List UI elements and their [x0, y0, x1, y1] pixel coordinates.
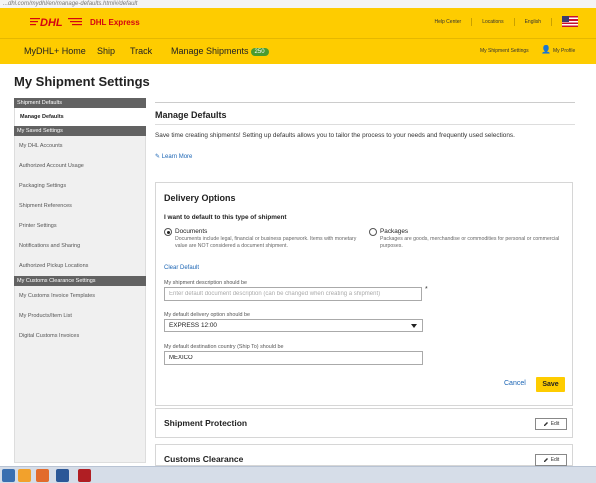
customs-clearance-title: Customs Clearance [164, 454, 244, 464]
sidebar-item-printer-settings[interactable]: Printer Settings [14, 216, 146, 236]
sidebar: Shipment Defaults Manage Defaults My Sav… [14, 98, 146, 346]
shipment-protection-title: Shipment Protection [164, 418, 248, 428]
delivery-option-select[interactable]: EXPRESS 12:00 [164, 319, 423, 332]
pdf-reader-icon[interactable] [78, 469, 91, 482]
sidebar-header-shipment-defaults: Shipment Defaults [14, 98, 146, 108]
brand-name: DHL Express [90, 18, 140, 27]
divider [471, 17, 473, 26]
delivery-option-value: EXPRESS 12:00 [169, 322, 217, 329]
documents-option-desc: Documents include legal, financial or bu… [175, 236, 357, 249]
os-taskbar [0, 466, 596, 483]
explorer-icon[interactable] [2, 469, 15, 482]
user-icon: 👤 [541, 45, 551, 54]
locations-link[interactable]: Locations [482, 19, 503, 25]
packages-option-label[interactable]: Packages [380, 228, 408, 235]
divider [155, 124, 575, 125]
language-link[interactable]: English [525, 19, 541, 25]
pencil-icon [543, 422, 548, 426]
packages-radio[interactable] [369, 228, 377, 236]
description-field-label: My shipment description should be [164, 280, 247, 286]
destination-country-label: My default destination country (Ship To)… [164, 344, 284, 350]
shipment-protection-card: Shipment Protection Edit [155, 408, 573, 438]
sidebar-header-customs-settings: My Customs Clearance Settings [14, 276, 146, 286]
intro-text: Save time creating shipments! Setting up… [155, 132, 515, 139]
sidebar-item-notifications-sharing[interactable]: Notifications and Sharing [14, 236, 146, 256]
save-button[interactable]: Save [536, 377, 565, 392]
edit-customs-clearance-button[interactable]: Edit [535, 454, 567, 466]
documents-radio[interactable] [164, 228, 172, 236]
required-marker: * [425, 286, 428, 293]
learn-more-link[interactable]: ✎ Learn More [155, 153, 192, 160]
chevron-down-icon [411, 324, 417, 328]
packages-option-desc: Packages are goods, merchandise or commo… [380, 236, 560, 249]
divider [513, 17, 515, 26]
svg-text:DHL: DHL [40, 17, 63, 28]
edit-label: Edit [550, 457, 560, 463]
divider [551, 17, 552, 26]
cancel-button[interactable]: Cancel [504, 380, 526, 387]
nav-mydhl-home[interactable]: MyDHL+ Home [24, 46, 86, 56]
sidebar-item-authorized-account-usage[interactable]: Authorized Account Usage [14, 156, 146, 176]
clear-default-link[interactable]: Clear Default [164, 265, 199, 271]
delivery-option-label: My default delivery option should be [164, 312, 251, 318]
nav-shipment-settings[interactable]: My Shipment Settings [480, 48, 529, 54]
edit-shipment-protection-button[interactable]: Edit [535, 418, 567, 430]
shipment-type-question: I want to default to this type of shipme… [164, 214, 287, 221]
customs-clearance-card: Customs Clearance Edit [155, 444, 573, 466]
section-title: Manage Defaults [155, 110, 227, 120]
nav-ship[interactable]: Ship [97, 46, 115, 56]
sidebar-item-customs-invoice-templates[interactable]: My Customs Invoice Templates [14, 286, 146, 306]
nav-my-profile[interactable]: My Profile [553, 48, 575, 54]
help-center-link[interactable]: Help Center [435, 19, 462, 25]
nav-manage-shipments[interactable]: Manage Shipments 250 [171, 46, 269, 56]
nav-track[interactable]: Track [130, 46, 152, 56]
sidebar-item-dhl-accounts[interactable]: My DHL Accounts [14, 136, 146, 156]
app-icon[interactable] [36, 469, 49, 482]
destination-country-input[interactable] [164, 351, 423, 365]
learn-more-label: Learn More [161, 154, 193, 160]
sidebar-item-products-item-list[interactable]: My Products/Item List [14, 306, 146, 326]
top-header: DHL DHL Express Help Center Locations En… [0, 8, 596, 38]
dhl-logo[interactable]: DHL [30, 16, 82, 28]
delivery-options-card: Delivery Options I want to default to th… [155, 182, 573, 406]
shipment-description-input[interactable] [164, 287, 422, 301]
sidebar-item-shipment-references[interactable]: Shipment References [14, 196, 146, 216]
delivery-options-title: Delivery Options [164, 193, 236, 203]
sidebar-item-packaging-settings[interactable]: Packaging Settings [14, 176, 146, 196]
documents-option-label[interactable]: Documents [175, 228, 207, 235]
sidebar-item-manage-defaults[interactable]: Manage Defaults [14, 108, 146, 126]
edit-label: Edit [550, 421, 560, 427]
sidebar-item-authorized-pickup-locations[interactable]: Authorized Pickup Locations [14, 256, 146, 276]
us-flag-icon[interactable] [562, 16, 578, 27]
main-nav: MyDHL+ Home Ship Track Manage Shipments 2… [0, 38, 596, 64]
page-title: My Shipment Settings [14, 74, 150, 89]
nav-manage-shipments-label: Manage Shipments [171, 46, 249, 56]
sidebar-header-saved-settings: My Saved Settings [14, 126, 146, 136]
utility-links: Help Center Locations English [435, 16, 578, 27]
sidebar-item-digital-customs-invoices[interactable]: Digital Customs Invoices [14, 326, 146, 346]
external-link-icon: ✎ [155, 154, 161, 160]
browser-url[interactable]: ...dhl.com/mydhl/en/manage-defaults.html… [0, 0, 596, 8]
word-icon[interactable] [56, 469, 69, 482]
main-top-border [155, 102, 575, 103]
pencil-icon [543, 458, 548, 462]
shipments-count-badge: 250 [250, 48, 269, 56]
folder-icon[interactable] [18, 469, 31, 482]
